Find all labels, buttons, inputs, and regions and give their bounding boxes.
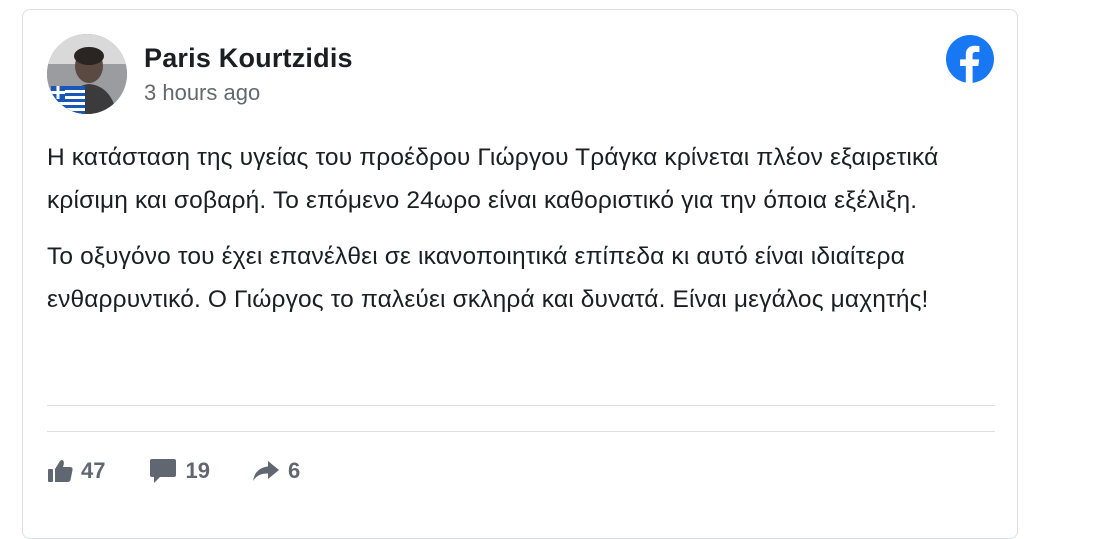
like-count: 47 (81, 458, 106, 483)
share-count: 6 (287, 458, 301, 483)
comment-bubble-icon (150, 459, 177, 483)
divider (47, 405, 995, 406)
share-arrow-icon (252, 461, 279, 481)
comment-count: 19 (185, 458, 210, 483)
post-timestamp[interactable]: 3 hours ago (144, 80, 260, 106)
share-button[interactable]: 6 (252, 458, 300, 484)
facebook-logo-icon[interactable] (946, 35, 994, 83)
author-avatar[interactable] (47, 34, 127, 114)
post-paragraph: Η κατάσταση της υγείας του προέδρου Γιώρ… (47, 144, 939, 214)
thumbs-up-icon (48, 460, 73, 482)
facebook-post-card: Paris Kourtzidis 3 hours ago Η κατάσταση… (22, 9, 1018, 539)
post-text: Η κατάσταση της υγείας του προέδρου Γιώρ… (47, 136, 997, 334)
comment-button[interactable]: 19 (149, 458, 210, 484)
author-name[interactable]: Paris Kourtzidis (144, 43, 353, 74)
like-button[interactable]: 47 (47, 458, 105, 484)
divider (47, 431, 995, 432)
post-paragraph: Το οξυγόνο του έχει επανέλθει σε ικανοπο… (47, 243, 929, 313)
post-actions-bar: 47 19 6 (47, 456, 300, 486)
